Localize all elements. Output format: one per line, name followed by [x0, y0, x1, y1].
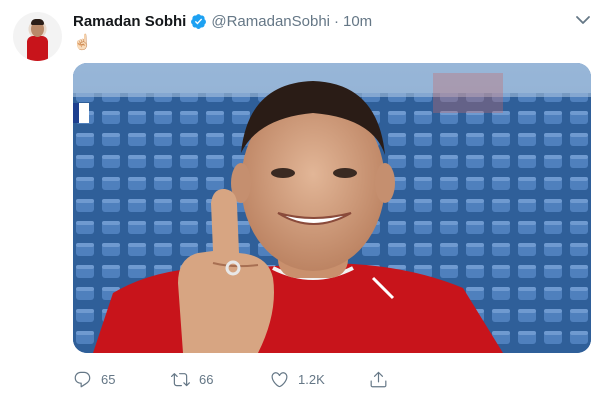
tweet-text: ☝🏻 — [73, 33, 92, 51]
chevron-down-icon[interactable] — [574, 12, 592, 28]
photo-illustration — [73, 63, 591, 353]
avatar-shirt — [27, 36, 48, 61]
like-button[interactable]: 1.2K — [270, 368, 325, 390]
author-name[interactable]: Ramadan Sobhi — [73, 13, 186, 30]
share-button[interactable] — [369, 368, 388, 390]
author-handle[interactable]: @RamadanSobhi — [211, 13, 330, 30]
reply-icon — [74, 371, 91, 387]
tweet-timestamp[interactable]: 10m — [343, 13, 372, 30]
avatar[interactable] — [13, 12, 62, 61]
like-icon — [271, 371, 288, 387]
tweet-header: Ramadan Sobhi @RamadanSobhi · 10m — [73, 12, 372, 30]
separator-dot: · — [334, 12, 339, 30]
avatar-hair — [31, 19, 44, 25]
retweet-button[interactable]: 66 — [171, 368, 213, 390]
retweet-icon — [171, 372, 190, 386]
retweet-count: 66 — [199, 371, 214, 387]
reply-count: 65 — [101, 371, 116, 387]
tweet-card[interactable]: Ramadan Sobhi @RamadanSobhi · 10m ☝🏻 65 … — [0, 0, 606, 396]
verified-icon — [190, 13, 207, 30]
reply-button[interactable]: 65 — [73, 368, 115, 390]
tweet-photo[interactable] — [73, 63, 591, 353]
share-icon — [370, 371, 387, 387]
like-count: 1.2K — [298, 371, 325, 387]
tweet-actions: 65 66 1.2K — [73, 368, 493, 390]
